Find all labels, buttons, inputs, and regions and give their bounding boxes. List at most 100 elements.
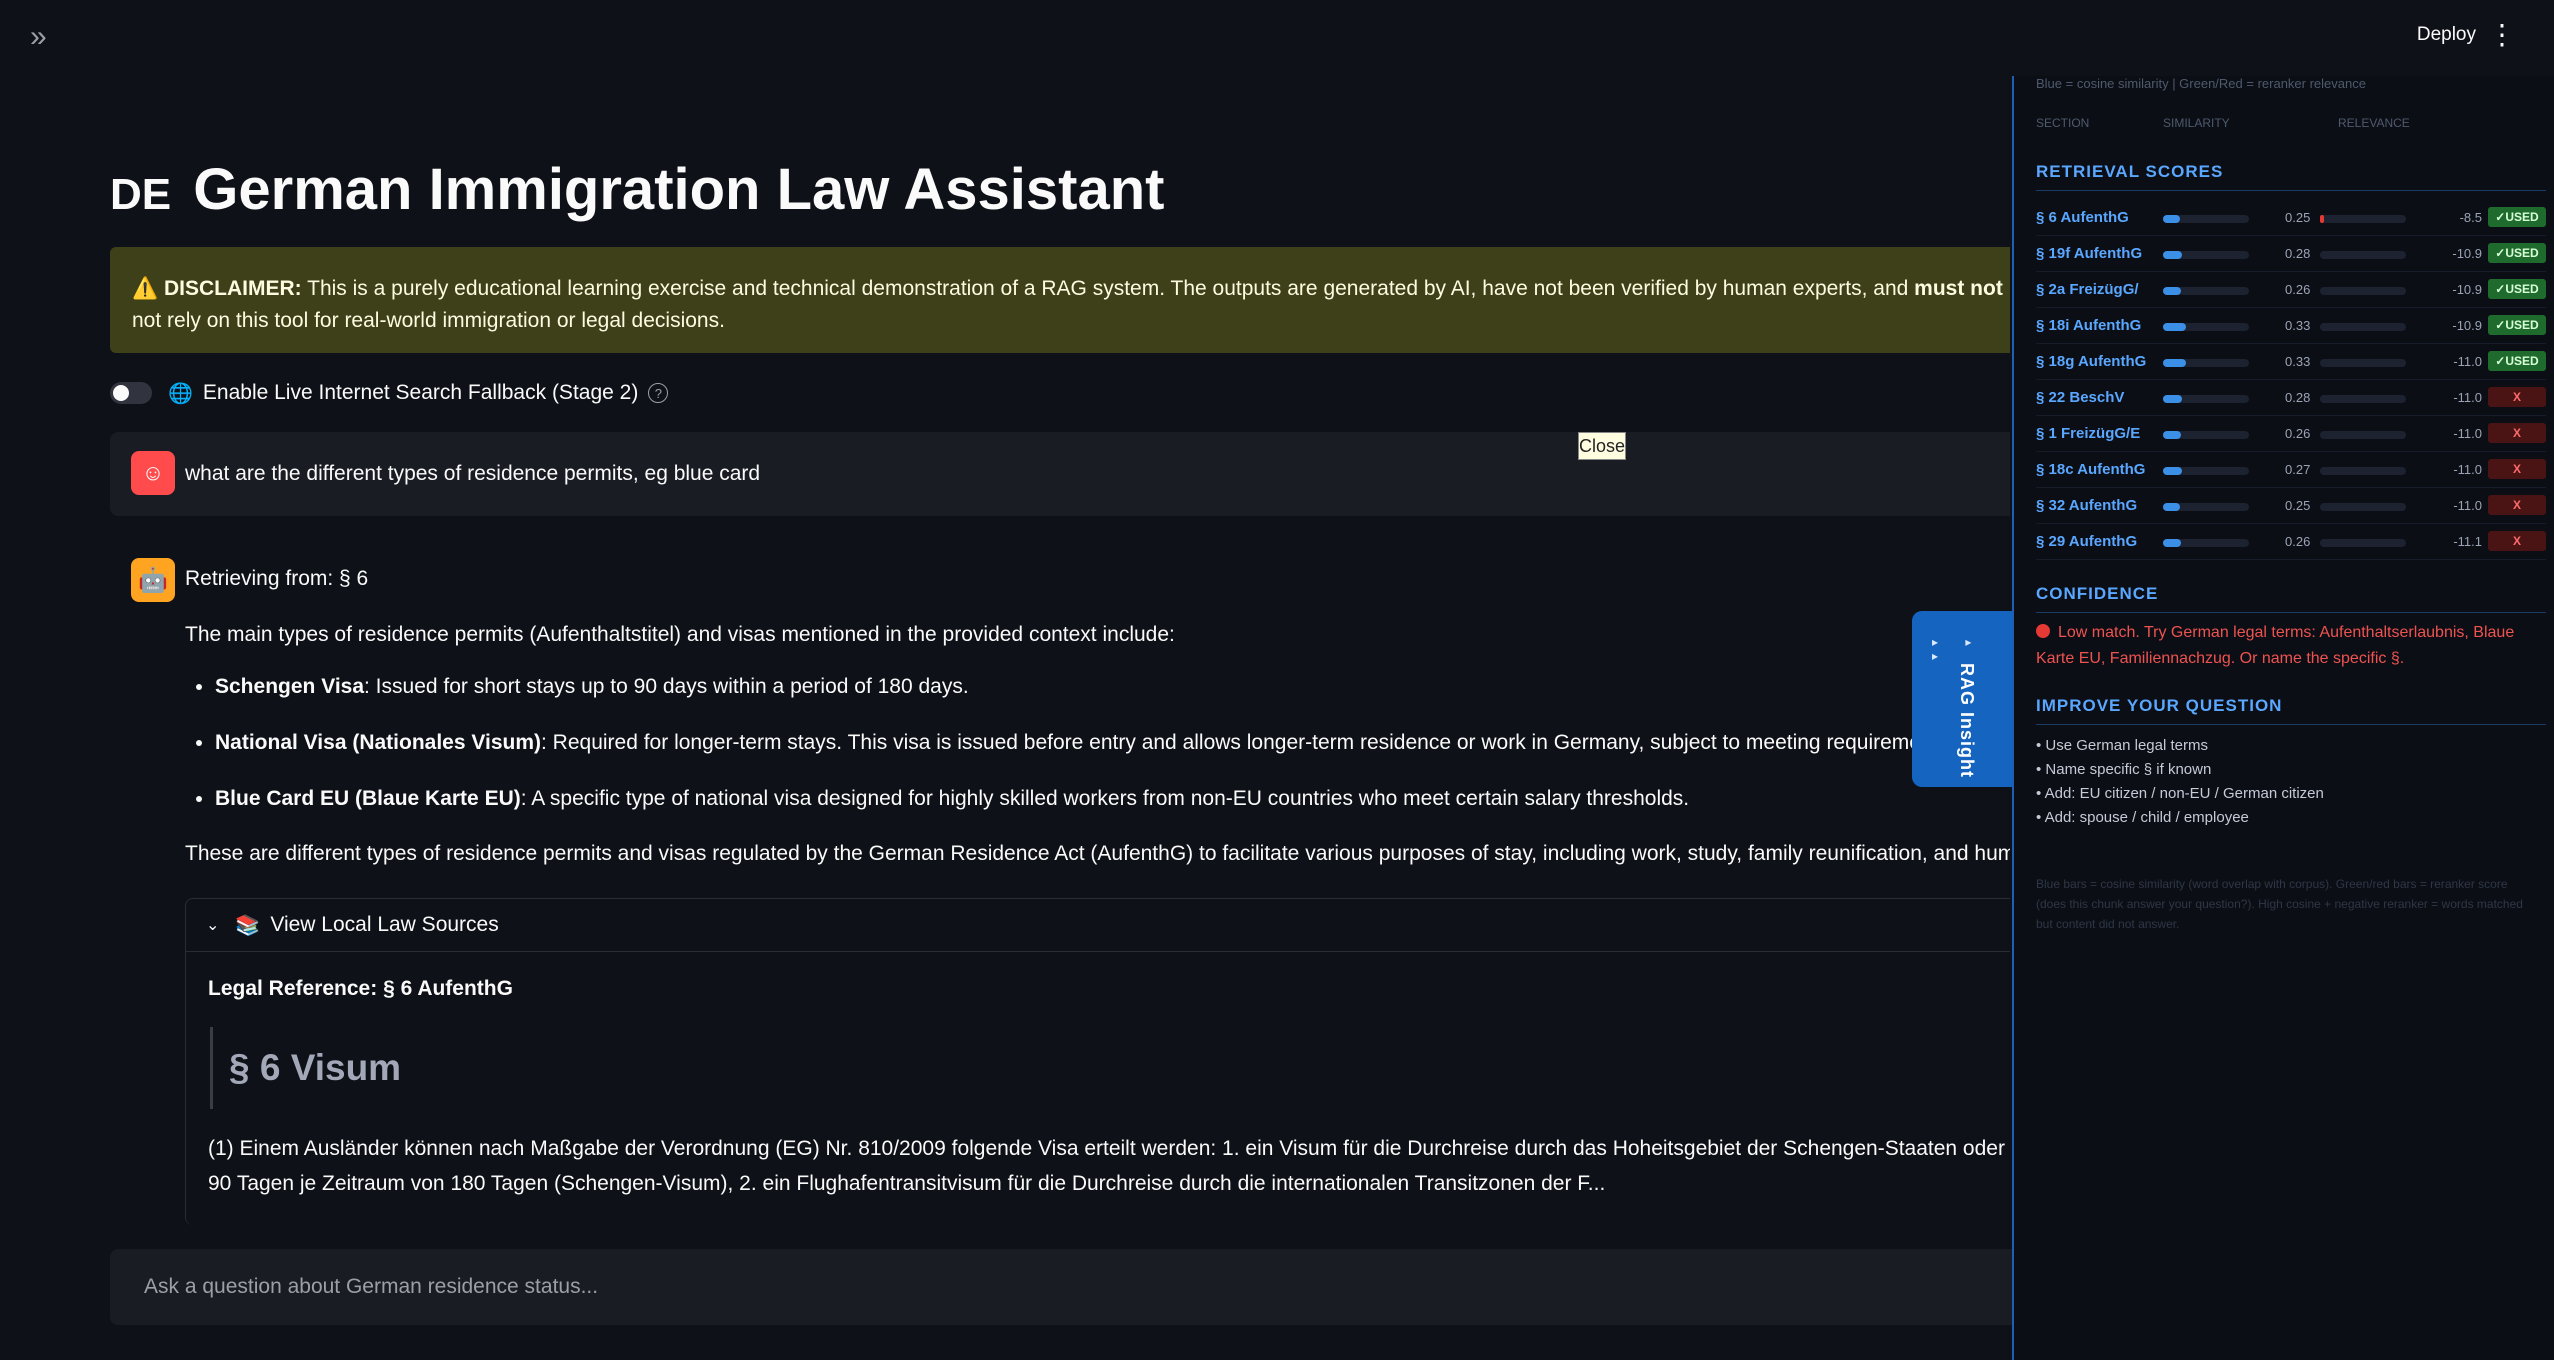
expander-label: View Local Law Sources	[270, 913, 499, 936]
similarity-value: 0.27	[2285, 462, 2311, 477]
table-row: § 22 BeschV 0.28 -11.0 X	[2036, 380, 2546, 416]
table-row: § 32 AufenthG 0.25 -11.0 X	[2036, 488, 2546, 524]
row-section[interactable]: § 29 AufenthG	[2036, 533, 2137, 550]
list-item: • Add: spouse / child / employee	[2036, 809, 2249, 826]
list-item: Schengen Visa: Issued for short stays up…	[215, 672, 1999, 702]
relevance-bar	[2320, 251, 2406, 259]
similarity-value: 0.26	[2285, 534, 2311, 549]
similarity-fill	[2163, 215, 2180, 223]
row-section[interactable]: § 1 FreizügG/E	[2036, 425, 2140, 442]
usage-badge: X	[2488, 459, 2546, 479]
user-avatar-icon: ☺	[131, 451, 175, 495]
row-section[interactable]: § 18g AufenthG	[2036, 353, 2146, 370]
help-icon[interactable]: ?	[648, 383, 669, 403]
similarity-fill	[2163, 539, 2181, 547]
retrieval-score-list: § 6 AufenthG 0.25 -8.5 ✓USED § 19f AufenthG 0…	[2036, 200, 2546, 560]
relevance-bar	[2320, 359, 2406, 367]
relevance-value: -11.0	[2453, 354, 2482, 369]
row-section[interactable]: § 2a FreizügG/	[2036, 281, 2139, 298]
confidence-text: Low match. Try German legal terms: Aufen…	[2036, 620, 2536, 672]
improve-question-heading: IMPROVE YOUR QUESTION	[2036, 696, 2546, 725]
similarity-bar	[2163, 215, 2249, 223]
relevance-value: -10.9	[2452, 246, 2482, 261]
similarity-fill	[2163, 467, 2182, 475]
toggle-label: Enable Live Internet Search Fallback (St…	[202, 381, 639, 404]
usage-badge: ✓USED	[2488, 279, 2546, 299]
law-quote: § 6 Visum	[210, 1027, 401, 1109]
disclaimer-text-1: This is a purely educational learning ex…	[301, 277, 1915, 300]
relevance-value: -11.0	[2453, 462, 2482, 477]
list-item: National Visa (Nationales Visum): Requir…	[215, 728, 1999, 758]
rag-insight-toggle[interactable]: ▸ ▸ ▸ RAG Insight	[1912, 611, 2012, 787]
similarity-fill	[2163, 395, 2182, 403]
kebab-vertical-icon[interactable]: ⋮	[2488, 18, 2516, 52]
double-chevron-right-icon[interactable]: »	[30, 22, 62, 54]
table-row: § 18c AufenthG 0.27 -11.0 X	[2036, 452, 2546, 488]
disclaimer-line-2: not rely on this tool for real-world imm…	[132, 309, 725, 332]
answer-bullets: Schengen Visa: Issued for short stays up…	[185, 672, 1999, 840]
similarity-fill	[2163, 359, 2186, 367]
deploy-button[interactable]: Deploy	[2417, 24, 2476, 46]
bullet-bold: Blue Card EU (Blaue Karte EU)	[215, 787, 521, 810]
table-row: § 18g AufenthG 0.33 -11.0 ✓USED	[2036, 344, 2546, 380]
relevance-bar	[2320, 467, 2406, 475]
search-fallback-toggle[interactable]	[110, 382, 152, 404]
assistant-avatar-icon: 🤖	[131, 558, 175, 602]
usage-badge: ✓USED	[2488, 351, 2546, 371]
relevance-value: -8.5	[2459, 210, 2482, 225]
user-message: ☺ what are the different types of reside…	[110, 432, 2010, 516]
relevance-bar	[2320, 431, 2406, 439]
row-section[interactable]: § 32 AufenthG	[2036, 497, 2137, 514]
table-row: § 1 FreizügG/E 0.26 -11.0 X	[2036, 416, 2546, 452]
relevance-value: -11.1	[2453, 534, 2482, 549]
panel-footnote: Blue bars = cosine similarity (word over…	[2036, 877, 2523, 931]
similarity-value: 0.33	[2285, 354, 2311, 369]
relevance-bar	[2320, 215, 2406, 223]
similarity-bar	[2163, 323, 2249, 331]
page-title: DE German Immigration Law Assistant	[110, 156, 1164, 223]
law-sources-expander-header[interactable]: ⌄ 📚 View Local Law Sources	[186, 899, 2010, 952]
list-item: • Use German legal terms	[2036, 737, 2208, 754]
relevance-bar	[2320, 323, 2406, 331]
row-section[interactable]: § 22 BeschV	[2036, 389, 2124, 406]
similarity-value: 0.25	[2285, 498, 2311, 513]
confidence-heading: CONFIDENCE	[2036, 584, 2546, 613]
panel-legend: Blue = cosine similarity | Green/Red = r…	[2036, 76, 2366, 91]
main-content: DE German Immigration Law Assistant ⚠️ D…	[110, 0, 2010, 1360]
red-circle-icon	[2036, 624, 2050, 638]
usage-badge: ✓USED	[2488, 315, 2546, 335]
table-row: § 2a FreizügG/0.26 -10.9 ✓USED	[2036, 272, 2546, 308]
search-fallback-toggle-row: 🌐 Enable Live Internet Search Fallback (…	[110, 378, 669, 408]
row-section[interactable]: § 19f AufenthG	[2036, 245, 2142, 262]
row-section[interactable]: § 18i AufenthG	[2036, 317, 2141, 334]
disclaimer-line-1: ⚠️ DISCLAIMER: This is a purely educatio…	[132, 273, 2010, 305]
retrieving-text: Retrieving from: § 6	[185, 567, 369, 590]
law-text-line-2: 90 Tagen je Zeitraum von 180 Tagen (Sche…	[208, 1172, 1606, 1195]
bullet-bold: National Visa (Nationales Visum)	[215, 731, 541, 754]
list-item: Blue Card EU (Blaue Karte EU): A specifi…	[215, 784, 1999, 814]
title-text: German Immigration Law Assistant	[193, 157, 1165, 222]
similarity-value: 0.33	[2285, 318, 2311, 333]
flag-text: DE	[110, 170, 172, 219]
similarity-value: 0.26	[2285, 282, 2311, 297]
usage-badge: X	[2488, 387, 2546, 407]
relevance-bar	[2320, 287, 2406, 295]
usage-badge: X	[2488, 531, 2546, 551]
rag-insight-label: RAG Insight	[1957, 663, 1977, 778]
list-item: • Name specific § if known	[2036, 761, 2212, 778]
similarity-fill	[2163, 503, 2180, 511]
row-section[interactable]: § 6 AufenthG	[2036, 209, 2129, 226]
relevance-bar	[2320, 395, 2406, 403]
similarity-bar	[2163, 287, 2249, 295]
warning-icon: ⚠️	[132, 277, 159, 300]
row-section[interactable]: § 18c AufenthG	[2036, 461, 2145, 478]
chat-input[interactable]	[142, 1271, 1946, 1303]
improve-tips: • Use German legal terms • Name specific…	[2036, 734, 2324, 830]
similarity-fill	[2163, 251, 2182, 259]
retrieval-scores-heading: RETRIEVAL SCORES	[2036, 162, 2546, 191]
list-item: • Add: EU citizen / non-EU / German citi…	[2036, 785, 2324, 802]
answer-summary: These are different types of residence p…	[185, 842, 2010, 865]
legal-reference: Legal Reference: § 6 AufenthG	[208, 977, 513, 1000]
col-relevance: RELEVANCE	[2338, 116, 2410, 130]
table-row: § 6 AufenthG 0.25 -8.5 ✓USED	[2036, 200, 2546, 236]
